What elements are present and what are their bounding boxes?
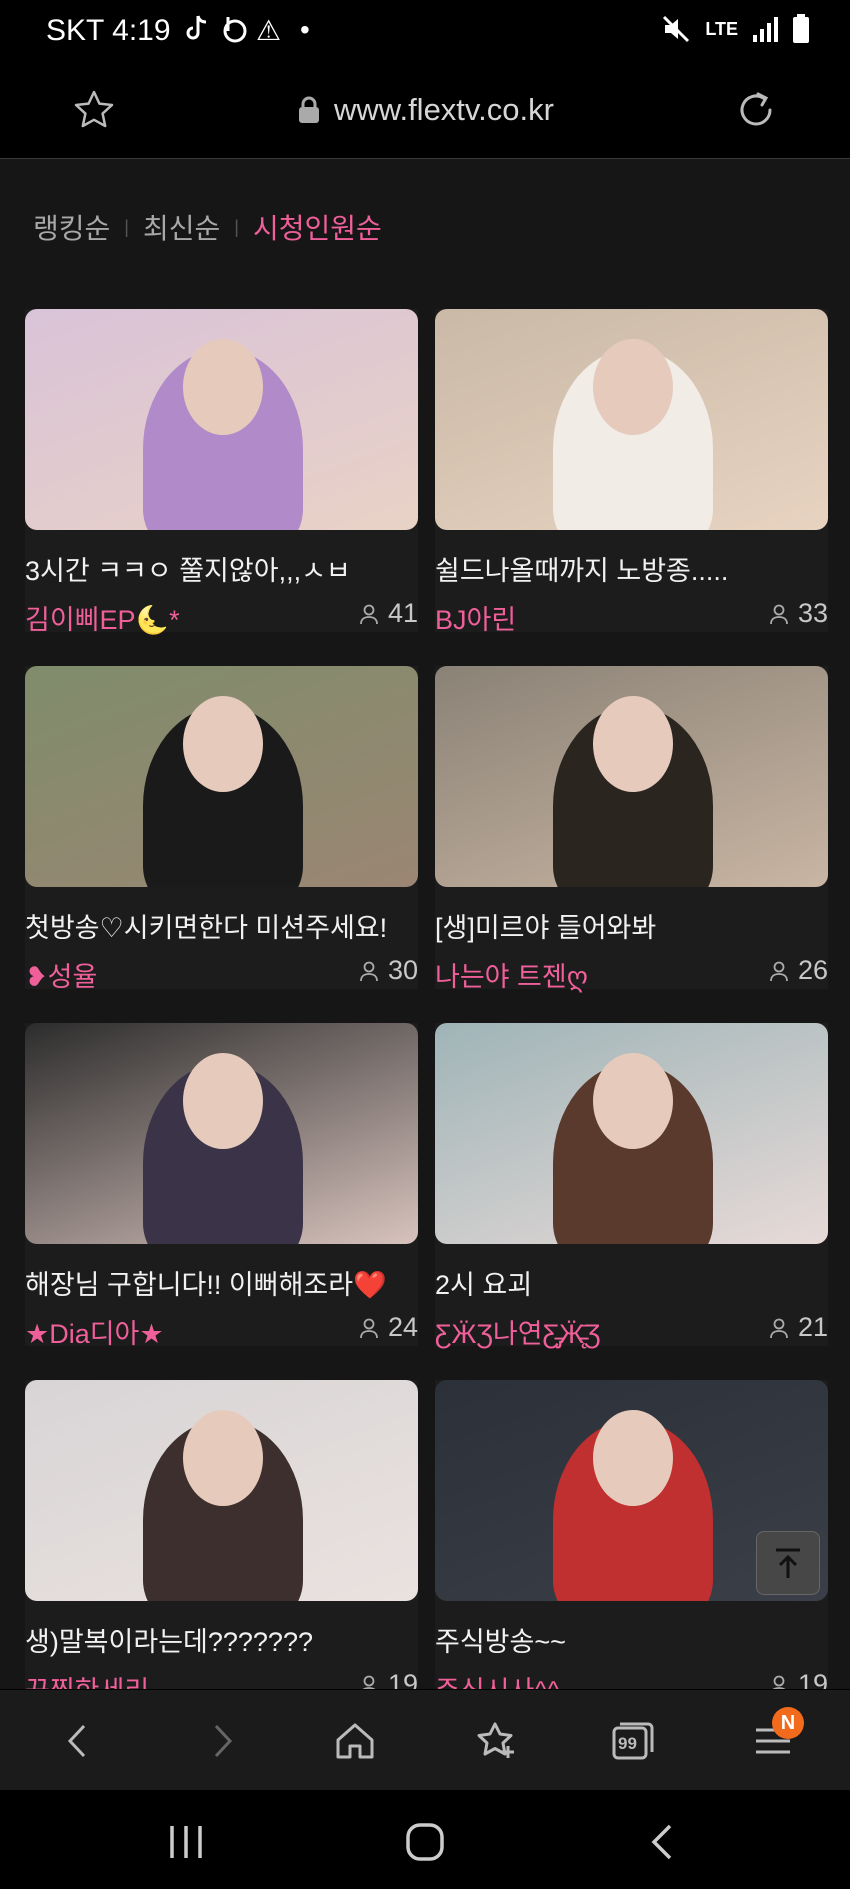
streamer-face xyxy=(183,1410,263,1506)
stream-title[interactable]: 주식방송~~ xyxy=(435,1620,828,1659)
sort-tab-ranking[interactable]: 랭킹순 xyxy=(33,207,110,247)
status-bar: SKT 4:19 ⚠ • LTE xyxy=(0,0,850,62)
stream-title[interactable]: 쉴드나올때까지 노방종..... xyxy=(435,549,828,588)
notification-dot: • xyxy=(300,14,310,45)
stream-title[interactable]: [생]미르야 들어와봐 xyxy=(435,906,828,945)
streamer-face xyxy=(593,1410,673,1506)
new-badge: N xyxy=(772,1707,804,1739)
divider: | xyxy=(234,216,239,237)
system-nav-bar xyxy=(0,1790,850,1889)
page-content: 랭킹순 | 최신순 | 시청인원순 3시간 ㅋㅋㅇ 쭐지않아,,,ㅅㅂ 김이삐EP… xyxy=(0,159,850,1689)
streamer-face xyxy=(183,1053,263,1149)
viewer-person-icon xyxy=(772,1675,786,1689)
sort-tabs: 랭킹순 | 최신순 | 시청인원순 xyxy=(33,207,382,247)
forward-icon[interactable] xyxy=(198,1718,244,1764)
stream-title[interactable]: 해장님 구합니다!! 이뻐해조라❤️ xyxy=(25,1263,418,1302)
streamer-name[interactable]: 김이삐EP🌜* xyxy=(25,598,180,637)
tiktok-icon xyxy=(186,14,208,49)
viewer-count: 33 xyxy=(768,598,828,629)
sort-tab-viewers[interactable]: 시청인원순 xyxy=(253,207,382,247)
stream-thumbnail[interactable] xyxy=(25,309,418,530)
viewer-person-icon xyxy=(360,604,378,624)
streamer-face xyxy=(593,696,673,792)
lock-icon xyxy=(299,96,319,123)
tabs-icon[interactable]: 99 xyxy=(610,1718,656,1764)
stream-thumbnail[interactable] xyxy=(435,666,828,887)
streamer-face xyxy=(183,339,263,435)
back-icon[interactable] xyxy=(56,1718,102,1764)
url-text[interactable]: www.flextv.co.kr xyxy=(334,92,554,128)
stream-title[interactable]: 2시 요괴 xyxy=(435,1263,828,1302)
status-time: SKT 4:19 xyxy=(46,14,171,47)
streamer-name[interactable]: BJ아린 xyxy=(435,598,516,637)
viewer-count: 24 xyxy=(358,1312,418,1343)
viewer-count-number: 41 xyxy=(387,598,418,628)
tabs-count: 99 xyxy=(618,1734,637,1753)
stream-thumbnail[interactable] xyxy=(435,1023,828,1244)
viewer-person-icon xyxy=(360,1318,378,1338)
stream-title[interactable]: 3시간 ㅋㅋㅇ 쭐지않아,,,ㅅㅂ xyxy=(25,549,418,588)
stream-card[interactable]: 2시 요괴 ƸӜƷ나연Ƹ̵̡Ӝ̵̨̄Ʒ 21 xyxy=(435,1023,828,1349)
stream-title[interactable]: 생)말복이라는데??????? xyxy=(25,1620,418,1659)
arrow-up-icon xyxy=(776,1548,800,1578)
viewer-count-number: 21 xyxy=(797,1312,828,1342)
home-button-icon[interactable] xyxy=(403,1820,447,1864)
scroll-to-top-button[interactable] xyxy=(756,1531,820,1595)
signal-icon xyxy=(753,17,778,42)
bookmarks-icon[interactable] xyxy=(472,1718,518,1764)
viewer-person-icon xyxy=(770,604,788,624)
bookmark-star-icon[interactable] xyxy=(72,88,116,132)
stream-card[interactable]: [생]미르야 들어와봐나는야 트젠ღ 26 xyxy=(435,666,828,992)
viewer-person-icon xyxy=(360,961,378,981)
stream-card[interactable]: 생)말복이라는데??????? 끈찡한세리 19 xyxy=(25,1380,418,1689)
viewer-count: 19 xyxy=(768,1669,828,1689)
stream-card[interactable]: 해장님 구합니다!! 이뻐해조라❤️ ★Dia디아★ 24 xyxy=(25,1023,418,1349)
viewer-count-number: 26 xyxy=(797,955,828,985)
streamer-name[interactable]: ❥성율 xyxy=(25,955,97,994)
stream-thumbnail[interactable] xyxy=(25,1380,418,1601)
reload-icon[interactable] xyxy=(734,88,778,132)
stream-thumbnail[interactable] xyxy=(25,666,418,887)
browser-url-bar: www.flextv.co.kr xyxy=(0,62,850,159)
back-button-icon[interactable] xyxy=(642,1820,686,1864)
streamer-name[interactable]: 주식시사^^ xyxy=(435,1669,560,1689)
viewer-count-number: 24 xyxy=(387,1312,418,1342)
stream-thumbnail[interactable] xyxy=(435,309,828,530)
viewer-count: 41 xyxy=(358,598,418,629)
viewer-count-number: 19 xyxy=(797,1669,828,1689)
streamer-name[interactable]: ★Dia디아★ xyxy=(25,1312,164,1351)
b-app-icon xyxy=(220,14,250,51)
viewer-count-number: 33 xyxy=(797,598,828,628)
streamer-name[interactable]: 나는야 트젠ღ xyxy=(435,955,588,994)
viewer-count-number: 19 xyxy=(387,1669,418,1689)
stream-title[interactable]: 첫방송♡시키면한다 미션주세요! xyxy=(25,906,418,945)
streamer-face xyxy=(593,339,673,435)
sort-tab-latest[interactable]: 최신순 xyxy=(143,207,220,247)
stream-card[interactable]: 첫방송♡시키면한다 미션주세요! ❥성율 30 xyxy=(25,666,418,992)
stream-thumbnail[interactable] xyxy=(25,1023,418,1244)
viewer-person-icon xyxy=(770,1318,788,1338)
viewer-count-number: 30 xyxy=(387,955,418,985)
viewer-count: 26 xyxy=(768,955,828,986)
stream-card[interactable]: 쉴드나올때까지 노방종..... BJ아린 33 xyxy=(435,309,828,635)
viewer-count: 21 xyxy=(768,1312,828,1343)
viewer-person-icon xyxy=(770,961,788,981)
streamer-name[interactable]: 끈찡한세리 xyxy=(25,1669,149,1689)
streamer-face xyxy=(593,1053,673,1149)
viewer-person-icon xyxy=(362,1675,376,1689)
stream-card[interactable]: 3시간 ㅋㅋㅇ 쭐지않아,,,ㅅㅂ 김이삐EP🌜* 41 xyxy=(25,309,418,635)
streamer-face xyxy=(183,696,263,792)
viewer-count: 19 xyxy=(358,1669,418,1689)
mute-icon xyxy=(663,15,690,43)
network-type: LTE xyxy=(705,18,738,39)
divider: | xyxy=(124,216,129,237)
streamer-name[interactable]: ƸӜƷ나연Ƹ̵̡Ӝ̵̨̄Ʒ xyxy=(435,1312,601,1351)
battery-icon xyxy=(793,14,809,43)
home-icon[interactable] xyxy=(332,1718,378,1764)
recents-icon[interactable] xyxy=(164,1820,208,1864)
browser-bottom-nav: 99 xyxy=(0,1690,850,1790)
warning-icon: ⚠ xyxy=(256,15,282,46)
viewer-count: 30 xyxy=(358,955,418,986)
